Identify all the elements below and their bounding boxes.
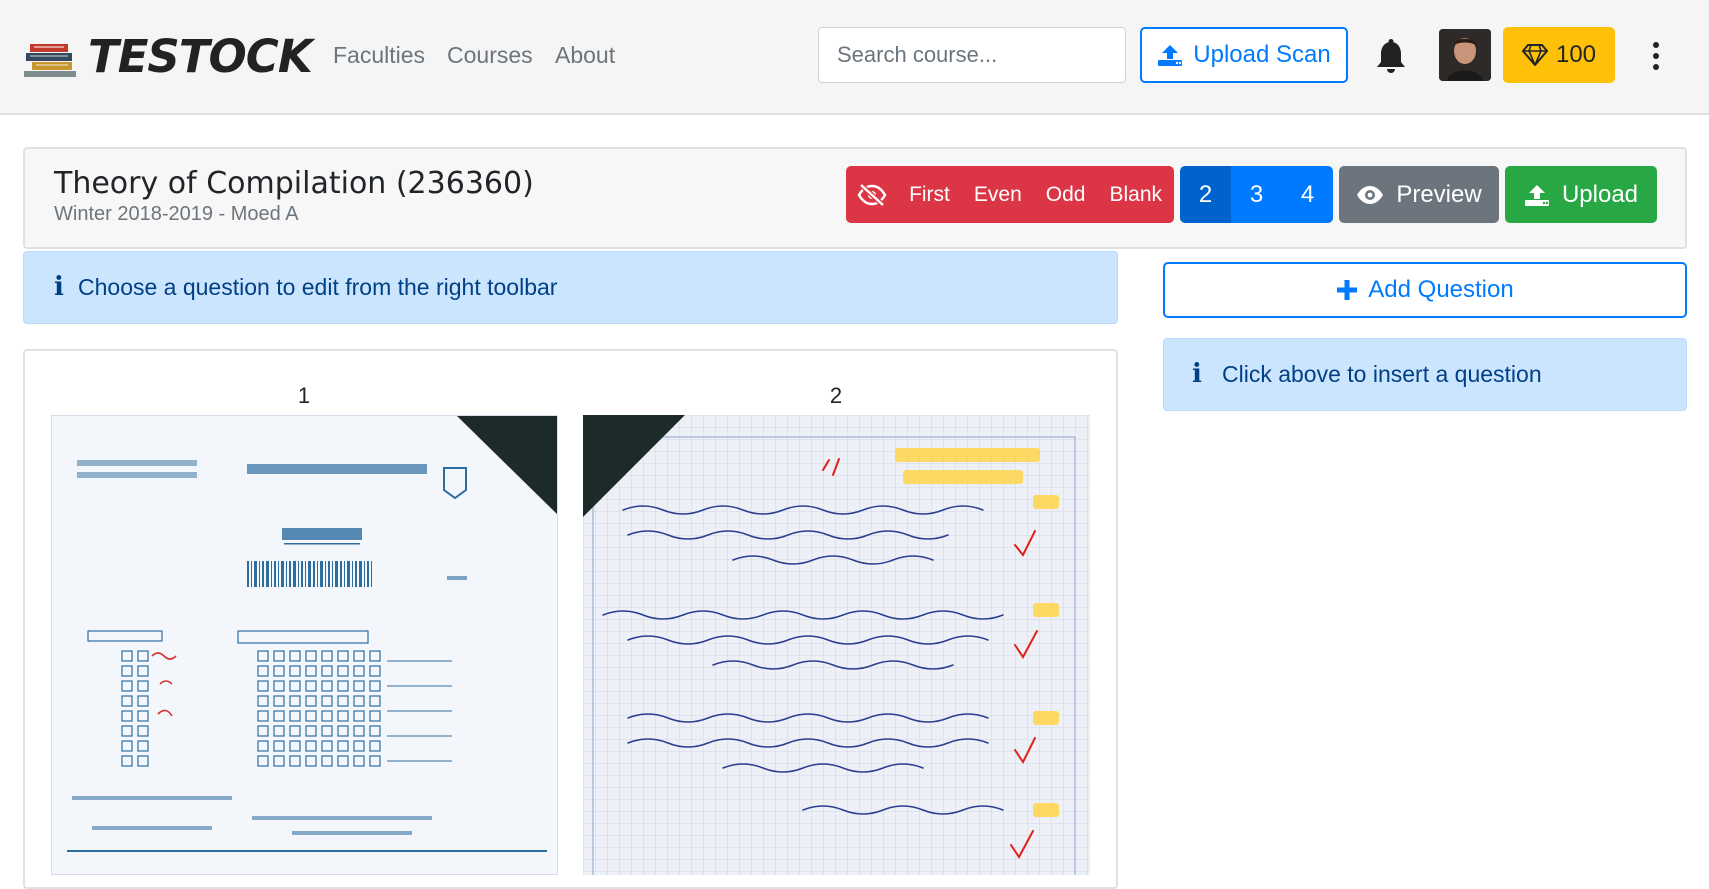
info-icon: i	[1192, 359, 1202, 389]
insert-hint-alert: i Click above to insert a question	[1163, 338, 1687, 411]
handwritten-answer-image	[583, 415, 1090, 875]
columns-2-button[interactable]: 2	[1180, 166, 1231, 223]
edit-hint-alert: i Choose a question to edit from the rig…	[23, 251, 1118, 324]
navbar: TESTOCK Faculties Courses About Upload S…	[0, 0, 1709, 115]
credits-count: 100	[1555, 41, 1597, 68]
upload-label: Upload	[1561, 180, 1639, 208]
avatar-image	[1439, 29, 1491, 81]
exam-cover-image	[67, 416, 557, 852]
more-menu-icon[interactable]	[1648, 40, 1664, 72]
insert-hint-text: Click above to insert a question	[1222, 361, 1542, 387]
add-question-label: Add Question	[1368, 276, 1514, 303]
upload-icon	[1158, 45, 1183, 66]
filter-first-button[interactable]: First	[897, 166, 962, 223]
upload-scan-button[interactable]: Upload Scan	[1140, 27, 1348, 83]
user-avatar[interactable]	[1439, 29, 1491, 81]
eye-icon	[1357, 185, 1384, 204]
info-icon: i	[54, 272, 64, 302]
page-filter-group: First Even Odd Blank	[846, 166, 1174, 223]
columns-4-button[interactable]: 4	[1282, 166, 1333, 223]
nav-link-faculties[interactable]: Faculties	[333, 42, 425, 69]
plus-icon	[1337, 280, 1358, 300]
diamond-icon	[1521, 44, 1548, 66]
page-number-1: 1	[297, 383, 311, 408]
edit-hint-text: Choose a question to edit from the right…	[78, 274, 558, 300]
filter-odd-button[interactable]: Odd	[1034, 166, 1098, 223]
nav-link-about[interactable]: About	[555, 42, 615, 69]
page-scan-1[interactable]	[51, 415, 558, 875]
columns-3-button[interactable]: 3	[1231, 166, 1282, 223]
course-semester: Winter 2018-2019 - Moed A	[54, 203, 299, 225]
page-scan-2[interactable]	[583, 415, 1090, 875]
books-logo-icon	[24, 44, 76, 77]
credits-badge[interactable]: 100	[1503, 27, 1615, 83]
filter-blank-button[interactable]: Blank	[1097, 166, 1174, 223]
bell-icon[interactable]	[1373, 38, 1409, 76]
upload-icon	[1524, 184, 1549, 206]
search-input[interactable]	[818, 27, 1126, 83]
add-question-button[interactable]: Add Question	[1163, 262, 1687, 318]
preview-button[interactable]: Preview	[1339, 166, 1499, 223]
upload-button[interactable]: Upload	[1505, 166, 1657, 223]
eye-slash-icon	[857, 182, 886, 207]
page-number-2: 2	[829, 383, 843, 408]
columns-selector: 2 3 4	[1180, 166, 1333, 223]
upload-scan-label: Upload Scan	[1193, 41, 1331, 68]
hide-pages-button[interactable]	[846, 166, 897, 223]
filter-even-button[interactable]: Even	[962, 166, 1034, 223]
nav-link-courses[interactable]: Courses	[447, 42, 533, 69]
preview-label: Preview	[1396, 180, 1482, 208]
course-title: Theory of Compilation (236360)	[54, 166, 534, 201]
brand-name: TESTOCK	[88, 30, 313, 83]
